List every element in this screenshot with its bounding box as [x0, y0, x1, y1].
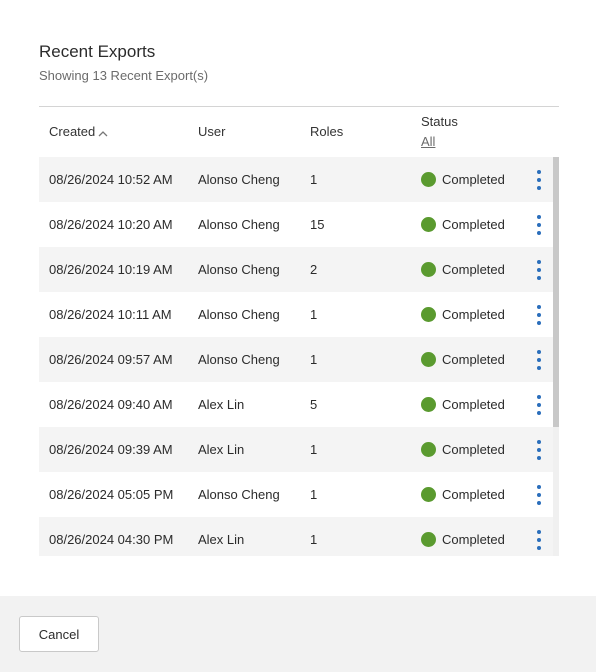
table-row: 08/26/2024 09:39 AM Alex Lin 1 Completed — [39, 427, 553, 472]
cell-roles: 1 — [310, 532, 318, 547]
cell-user: Alex Lin — [198, 397, 245, 412]
table-row: 08/26/2024 05:05 PM Alonso Cheng 1 Complete… — [39, 472, 553, 517]
cell-user: Alex Lin — [198, 532, 245, 547]
cell-user: Alonso Cheng — [198, 307, 280, 322]
cell-status: Completed — [421, 292, 505, 337]
status-dot-icon — [421, 532, 436, 547]
cell-user: Alonso Cheng — [198, 172, 280, 187]
table-row: 08/26/2024 10:20 AM Alonso Cheng 15 Complet… — [39, 202, 553, 247]
table-row: 08/26/2024 10:52 AM Alonso Cheng 1 Complete… — [39, 157, 553, 202]
table-header: Created User Roles Status All — [39, 107, 559, 157]
column-header-roles: Roles — [310, 124, 344, 139]
cell-user: Alonso Cheng — [198, 262, 280, 277]
kebab-menu-icon[interactable] — [531, 485, 547, 505]
cell-user: Alonso Cheng — [198, 352, 280, 367]
recent-exports-dialog: Recent Exports Showing 13 Recent Export(… — [0, 0, 596, 672]
status-label: Completed — [442, 532, 505, 547]
cell-status: Completed — [421, 472, 505, 517]
cell-created: 08/26/2024 10:52 AM — [49, 172, 173, 187]
scrollbar-thumb[interactable] — [553, 157, 559, 427]
cell-roles: 1 — [310, 487, 318, 502]
status-dot-icon — [421, 262, 436, 277]
cell-created: 08/26/2024 09:40 AM — [49, 397, 173, 412]
status-label: Completed — [442, 262, 505, 277]
kebab-menu-icon[interactable] — [531, 170, 547, 190]
table-row: 08/26/2024 04:30 PM Alex Lin 1 Completed — [39, 517, 553, 556]
cell-created: 08/26/2024 05:05 PM — [49, 487, 174, 502]
status-dot-icon — [421, 172, 436, 187]
table-row: 08/26/2024 09:40 AM Alex Lin 5 Completed — [39, 382, 553, 427]
cell-status: Completed — [421, 337, 505, 382]
kebab-menu-icon[interactable] — [531, 440, 547, 460]
cell-created: 08/26/2024 10:19 AM — [49, 262, 173, 277]
status-dot-icon — [421, 217, 436, 232]
column-header-created[interactable]: Created — [49, 124, 109, 139]
status-dot-icon — [421, 442, 436, 457]
cancel-button[interactable]: Cancel — [19, 616, 99, 652]
cell-status: Completed — [421, 247, 505, 292]
status-label: Completed — [442, 352, 505, 367]
table-row: 08/26/2024 10:19 AM Alonso Cheng 2 Complete… — [39, 247, 553, 292]
column-header-created-label: Created — [49, 124, 96, 139]
exports-table: Created User Roles Status All 08/26/2024… — [39, 106, 559, 556]
kebab-menu-icon[interactable] — [531, 305, 547, 325]
cell-roles: 1 — [310, 172, 318, 187]
dialog-title: Recent Exports — [39, 42, 156, 61]
cell-created: 08/26/2024 09:39 AM — [49, 442, 173, 457]
table-row: 08/26/2024 10:11 AM Alonso Cheng 1 Complete… — [39, 292, 553, 337]
kebab-menu-icon[interactable] — [531, 530, 547, 550]
chevron-up-icon[interactable] — [97, 127, 109, 137]
status-label: Completed — [442, 397, 505, 412]
cell-roles: 15 — [310, 217, 325, 232]
cell-created: 08/26/2024 09:57 AM — [49, 352, 173, 367]
cell-created: 08/26/2024 10:20 AM — [49, 217, 173, 232]
cell-status: Completed — [421, 157, 505, 202]
cell-roles: 1 — [310, 352, 318, 367]
kebab-menu-icon[interactable] — [531, 260, 547, 280]
dialog-subtitle: Showing 13 Recent Export(s) — [39, 68, 209, 83]
kebab-menu-icon[interactable] — [531, 395, 547, 415]
cell-roles: 1 — [310, 442, 318, 457]
table-scrollbar[interactable] — [553, 157, 559, 556]
cell-status: Completed — [421, 382, 505, 427]
kebab-menu-icon[interactable] — [531, 350, 547, 370]
status-filter-link[interactable]: All — [421, 134, 435, 149]
cell-status: Completed — [421, 427, 505, 472]
status-dot-icon — [421, 487, 436, 502]
cell-user: Alonso Cheng — [198, 217, 280, 232]
cell-created: 08/26/2024 04:30 PM — [49, 532, 174, 547]
status-label: Completed — [442, 172, 505, 187]
cell-roles: 2 — [310, 262, 318, 277]
cell-user: Alex Lin — [198, 442, 245, 457]
table-body: 08/26/2024 10:52 AM Alonso Cheng 1 Complete… — [39, 157, 559, 556]
status-label: Completed — [442, 217, 505, 232]
cell-roles: 1 — [310, 307, 318, 322]
column-header-status: Status — [421, 114, 458, 129]
kebab-menu-icon[interactable] — [531, 215, 547, 235]
status-dot-icon — [421, 352, 436, 367]
status-dot-icon — [421, 397, 436, 412]
cell-roles: 5 — [310, 397, 318, 412]
status-label: Completed — [442, 487, 505, 502]
status-label: Completed — [442, 307, 505, 322]
table-row: 08/26/2024 09:57 AM Alonso Cheng 1 Complete… — [39, 337, 553, 382]
status-dot-icon — [421, 307, 436, 322]
cell-user: Alonso Cheng — [198, 487, 280, 502]
cell-created: 08/26/2024 10:11 AM — [49, 307, 172, 322]
dialog-footer: Cancel — [0, 596, 596, 672]
cell-status: Completed — [421, 517, 505, 556]
cell-status: Completed — [421, 202, 505, 247]
column-header-user: User — [198, 124, 226, 139]
status-label: Completed — [442, 442, 505, 457]
